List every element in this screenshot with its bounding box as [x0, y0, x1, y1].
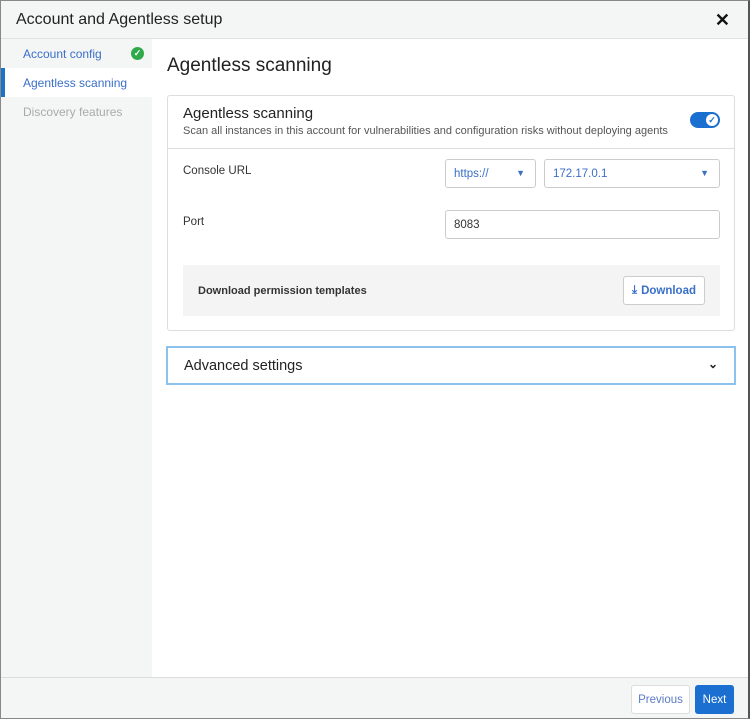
main-content: Agentless scanning Agentless scanning Sc…: [152, 39, 748, 677]
card-header: Agentless scanning Scan all instances in…: [168, 96, 734, 149]
download-icon: ⤓: [631, 284, 638, 296]
console-url-label: Console URL: [183, 165, 252, 177]
check-circle-icon: ✓: [131, 47, 144, 60]
host-select[interactable]: 172.17.0.1 ▼: [544, 159, 720, 188]
agentless-toggle[interactable]: ✓: [690, 112, 720, 128]
chevron-down-icon: ▼: [700, 168, 709, 178]
next-button[interactable]: Next: [695, 685, 734, 714]
card-description: Scan all instances in this account for v…: [183, 125, 668, 137]
dialog-footer: Previous Next: [1, 677, 748, 718]
setup-dialog: Account and Agentless setup ✕ Account co…: [0, 0, 750, 719]
step-agentless-scanning[interactable]: Agentless scanning: [1, 68, 152, 97]
check-icon: ✓: [706, 114, 718, 126]
card-heading: Agentless scanning: [183, 105, 314, 122]
page-title: Agentless scanning: [167, 55, 332, 76]
wizard-steps: Account config ✓ Agentless scanning Disc…: [1, 39, 152, 677]
step-label: Agentless scanning: [23, 75, 128, 90]
port-value: 8083: [454, 218, 480, 231]
dialog-title: Account and Agentless setup: [16, 10, 223, 28]
close-icon[interactable]: ✕: [715, 10, 730, 31]
previous-button[interactable]: Previous: [631, 685, 690, 714]
protocol-value: https://: [454, 167, 489, 180]
advanced-settings-accordion[interactable]: Advanced settings ⌄: [166, 346, 736, 385]
advanced-settings-label: Advanced settings: [184, 357, 303, 374]
chevron-down-icon: ▼: [516, 168, 525, 178]
port-label: Port: [183, 216, 205, 228]
port-input[interactable]: 8083: [445, 210, 720, 239]
step-label: Discovery features: [23, 104, 123, 119]
download-button-label: Download: [641, 284, 697, 297]
agentless-card: Agentless scanning Scan all instances in…: [167, 95, 735, 331]
protocol-select[interactable]: https:// ▼: [445, 159, 536, 188]
host-value: 172.17.0.1: [553, 167, 608, 180]
download-button[interactable]: ⤓ Download: [623, 276, 705, 305]
download-templates-row: Download permission templates ⤓ Download: [183, 265, 720, 316]
step-label: Account config: [23, 46, 102, 61]
step-discovery-features: Discovery features: [1, 97, 152, 126]
step-account-config[interactable]: Account config ✓: [1, 39, 152, 68]
download-label: Download permission templates: [198, 284, 367, 297]
chevron-down-icon: ⌄: [707, 357, 718, 371]
dialog-header: Account and Agentless setup ✕: [1, 1, 748, 39]
